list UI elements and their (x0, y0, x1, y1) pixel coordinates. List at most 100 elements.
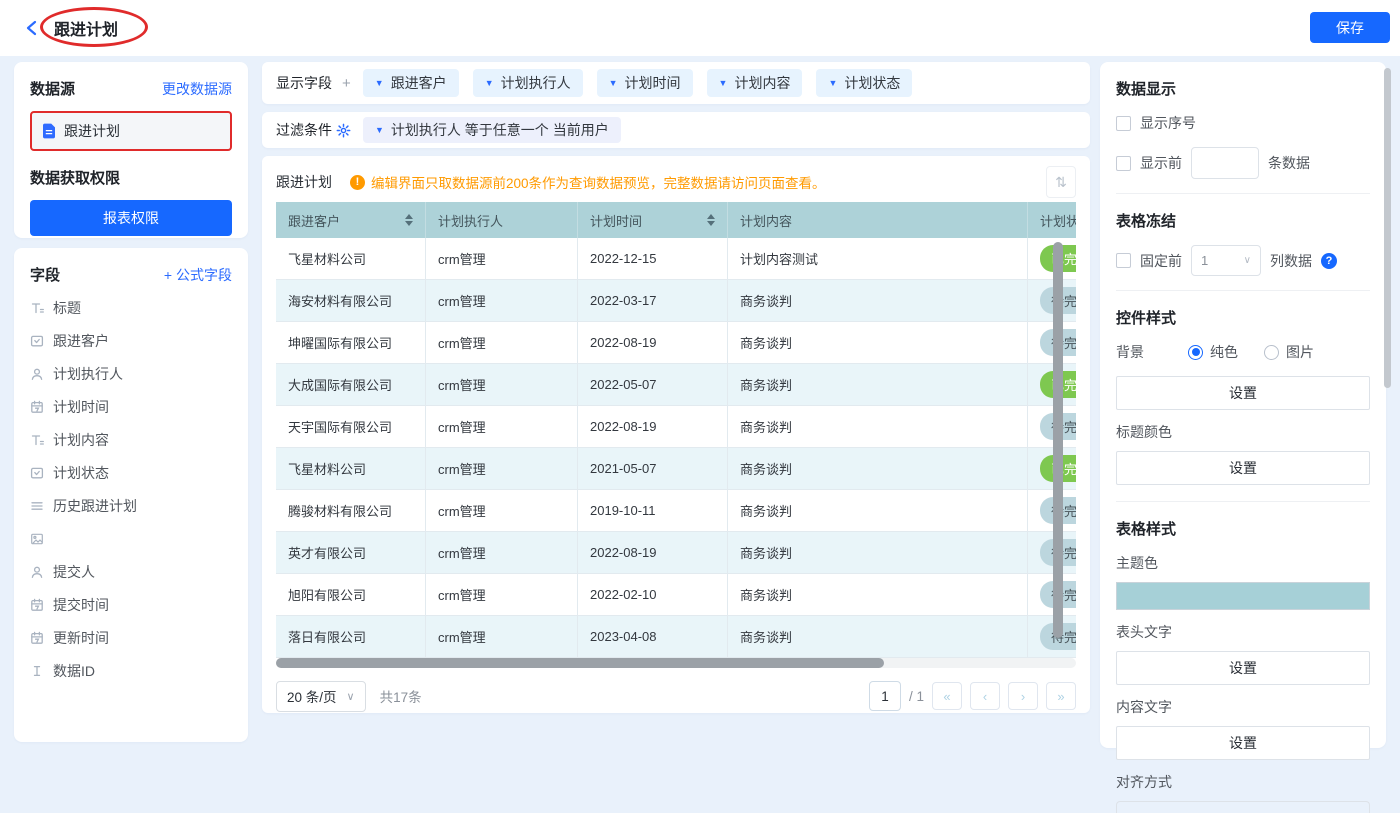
change-datasource-link[interactable]: 更改数据源 (162, 79, 232, 99)
pagination-bar: 20 条/页 ∨ 共17条 / 1 « ‹ › » (276, 680, 1076, 712)
table-notice: 编辑界面只取数据源前200条作为查询数据预览，完整数据请访问页面查看。 (371, 172, 826, 192)
formula-field-link[interactable]: + 公式字段 (164, 265, 232, 285)
table-cell: 2019-10-11 (578, 490, 728, 531)
sort-arrows-icon[interactable] (707, 214, 715, 226)
table-cell: 2022-02-10 (578, 574, 728, 615)
field-item[interactable]: 历史跟进计划 (30, 489, 232, 522)
datasource-title: 数据源 (30, 78, 75, 99)
total-count: 共17条 (380, 686, 422, 706)
table-cell-status: 待完成 (1028, 532, 1076, 573)
column-header: 计划状态 (1028, 202, 1076, 238)
field-label: 计划时间 (53, 397, 109, 417)
page-size-select[interactable]: 20 条/页 ∨ (276, 681, 366, 712)
table-cell: 商务谈判 (728, 406, 1028, 447)
align-label: 对齐方式 (1116, 772, 1370, 792)
table-cell-status: 已完成 (1028, 364, 1076, 405)
save-button[interactable]: 保存 (1310, 12, 1390, 43)
show-first-checkbox[interactable] (1116, 156, 1131, 171)
field-item[interactable]: 更新时间 (30, 621, 232, 654)
column-label: 计划时间 (590, 211, 642, 230)
field-item[interactable]: 提交时间 (30, 588, 232, 621)
table-cell: 商务谈判 (728, 448, 1028, 489)
chip-label: 计划执行人 (501, 73, 571, 93)
filter-condition-chip[interactable]: ▼ 计划执行人 等于任意一个 当前用户 (363, 117, 621, 143)
column-label: 计划状态 (1040, 211, 1076, 230)
bg-solid-option[interactable]: 纯色 (1188, 342, 1238, 362)
vertical-scrollbar[interactable] (1053, 242, 1063, 638)
display-field-chip[interactable]: ▼计划时间 (597, 69, 693, 97)
text-icon (30, 433, 44, 447)
field-item[interactable] (30, 522, 232, 555)
background-set-button[interactable]: 设置 (1116, 376, 1370, 410)
field-item[interactable]: 计划内容 (30, 423, 232, 456)
field-item[interactable]: 数据ID (30, 654, 232, 687)
page-size-value: 20 条/页 (287, 686, 337, 706)
table-cell: 商务谈判 (728, 490, 1028, 531)
field-item[interactable]: 跟进客户 (30, 324, 232, 357)
datasource-item[interactable]: 跟进计划 (30, 111, 232, 151)
table-cell: crm管理 (426, 238, 578, 279)
column-header: 计划内容 (728, 202, 1028, 238)
field-item[interactable]: 计划状态 (30, 456, 232, 489)
theme-color-label: 主题色 (1116, 553, 1370, 573)
display-field-chip[interactable]: ▼计划内容 (707, 69, 803, 97)
sort-order-button[interactable]: ⇅ (1046, 166, 1076, 198)
panel-scrollbar[interactable] (1384, 68, 1391, 388)
report-permission-button[interactable]: 报表权限 (30, 200, 232, 236)
field-item[interactable]: 计划时间 (30, 390, 232, 423)
gear-icon[interactable] (336, 123, 351, 138)
back-button[interactable] (24, 18, 40, 38)
table-cell-status: 待完成 (1028, 280, 1076, 321)
chevron-down-icon: ▼ (719, 79, 728, 88)
last-page-button[interactable]: » (1046, 682, 1076, 710)
align-control-cutoff[interactable] (1116, 801, 1370, 813)
bg-image-option[interactable]: 图片 (1264, 342, 1314, 362)
datasource-panel: 数据源 更改数据源 跟进计划 数据获取权限 报表权限 (14, 62, 248, 238)
chevron-down-icon: ▼ (828, 79, 837, 88)
cols-suffix-label: 列数据 (1270, 251, 1312, 271)
display-field-chip[interactable]: ▼ 计划执行人 (473, 69, 583, 97)
field-item[interactable]: 标题 (30, 291, 232, 324)
field-label: 提交时间 (53, 595, 109, 615)
page-number-input[interactable] (869, 681, 901, 711)
table-cell-status: 待完成 (1028, 406, 1076, 447)
column-header[interactable]: 跟进客户 (276, 202, 426, 238)
freeze-title: 表格冻结 (1116, 210, 1370, 231)
rows-suffix-label: 条数据 (1268, 153, 1310, 173)
horizontal-scrollbar-track (276, 658, 1076, 668)
table-cell-status: 已完成 (1028, 448, 1076, 489)
help-icon[interactable]: ? (1321, 253, 1337, 269)
content-text-label: 内容文字 (1116, 697, 1370, 717)
table-cell: 飞星材料公司 (276, 448, 426, 489)
table-row: 天宇国际有限公司crm管理2022-08-19商务谈判待完成 (276, 406, 1076, 448)
prev-page-button[interactable]: ‹ (970, 682, 1000, 710)
add-display-field-button[interactable]: + (342, 75, 351, 92)
table-row: 飞星材料公司crm管理2021-05-07商务谈判已完成 (276, 448, 1076, 490)
column-header[interactable]: 计划时间 (578, 202, 728, 238)
table-cell: 2022-08-19 (578, 532, 728, 573)
table-row: 英才有限公司crm管理2022-08-19商务谈判待完成 (276, 532, 1076, 574)
field-item[interactable]: 计划执行人 (30, 357, 232, 390)
display-field-chip[interactable]: ▼跟进客户 (363, 69, 459, 97)
field-item[interactable]: 提交人 (30, 555, 232, 588)
display-fields-label: 显示字段 (276, 73, 332, 93)
sort-arrows-icon[interactable] (405, 214, 413, 226)
next-page-button[interactable]: › (1008, 682, 1038, 710)
header-text-set-button[interactable]: 设置 (1116, 651, 1370, 685)
display-field-chip[interactable]: ▼计划状态 (816, 69, 912, 97)
title-color-set-button[interactable]: 设置 (1116, 451, 1370, 485)
show-index-checkbox[interactable] (1116, 116, 1131, 131)
table-cell: 英才有限公司 (276, 532, 426, 573)
theme-color-swatch[interactable] (1116, 582, 1370, 610)
top-bar: 跟进计划 保存 (0, 0, 1400, 56)
row-limit-input[interactable] (1191, 147, 1259, 179)
horizontal-scrollbar[interactable] (276, 658, 884, 668)
chevron-down-icon: ▼ (485, 79, 494, 88)
table-cell: 商务谈判 (728, 532, 1028, 573)
fix-first-label: 固定前 (1140, 251, 1182, 271)
freeze-checkbox[interactable] (1116, 253, 1131, 268)
first-page-button[interactable]: « (932, 682, 962, 710)
table-cell: 飞星材料公司 (276, 238, 426, 279)
freeze-count-select[interactable]: 1 ∨ (1191, 245, 1261, 276)
column-label: 计划执行人 (438, 211, 503, 230)
